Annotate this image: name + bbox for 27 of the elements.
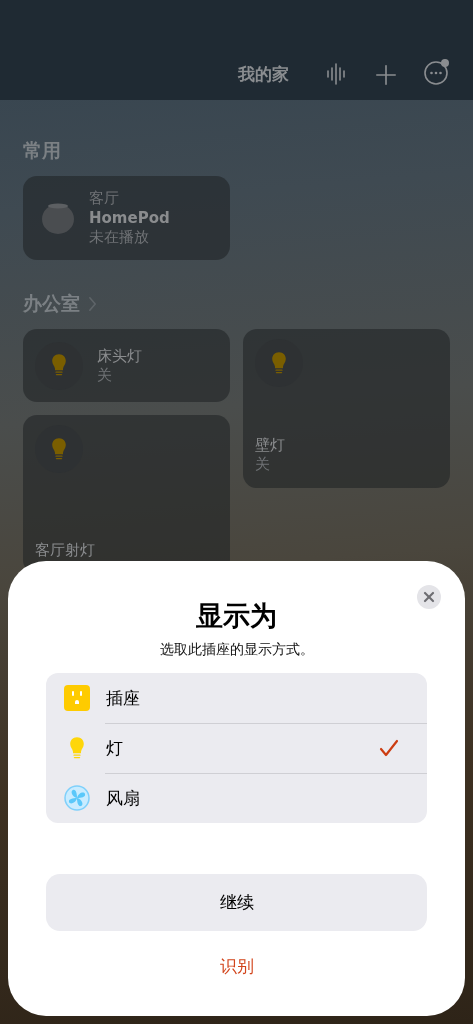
- accessory-status: 关: [97, 366, 113, 385]
- continue-button[interactable]: 继续: [46, 874, 427, 931]
- accessory-tile[interactable]: 壁灯 关: [243, 329, 450, 488]
- section-title[interactable]: 办公室: [23, 291, 80, 317]
- fan-icon: [64, 785, 90, 811]
- home-title[interactable]: 我的家: [238, 62, 289, 86]
- accessory-name: HomePod: [89, 208, 170, 228]
- accessory-status: 未在播放: [89, 228, 150, 247]
- accessory-tile[interactable]: 床头灯 关: [23, 329, 230, 402]
- section-title: 常用: [23, 138, 61, 163]
- accessory-name: 客厅射灯: [35, 540, 96, 560]
- accessory-status: 关: [255, 455, 271, 474]
- option-row[interactable]: 风扇: [46, 773, 427, 823]
- identify-button[interactable]: 识别: [211, 951, 262, 982]
- accessory-name: 壁灯: [255, 435, 286, 455]
- close-icon[interactable]: [417, 585, 441, 609]
- add-icon[interactable]: [375, 64, 397, 86]
- option-row[interactable]: 插座: [46, 673, 427, 723]
- accessory-name: 床头灯: [97, 346, 142, 366]
- more-icon[interactable]: [423, 58, 451, 86]
- sheet-subtitle: 选取此插座的显示方式。: [159, 640, 314, 659]
- speaker-icon: [41, 201, 75, 235]
- outlet-icon: [64, 685, 90, 711]
- sheet-title: 显示为: [196, 599, 277, 633]
- accessory-tile[interactable]: 客厅 HomePod 未在播放: [23, 176, 230, 260]
- option-row[interactable]: 灯: [46, 723, 427, 773]
- room-label: 客厅: [89, 189, 120, 208]
